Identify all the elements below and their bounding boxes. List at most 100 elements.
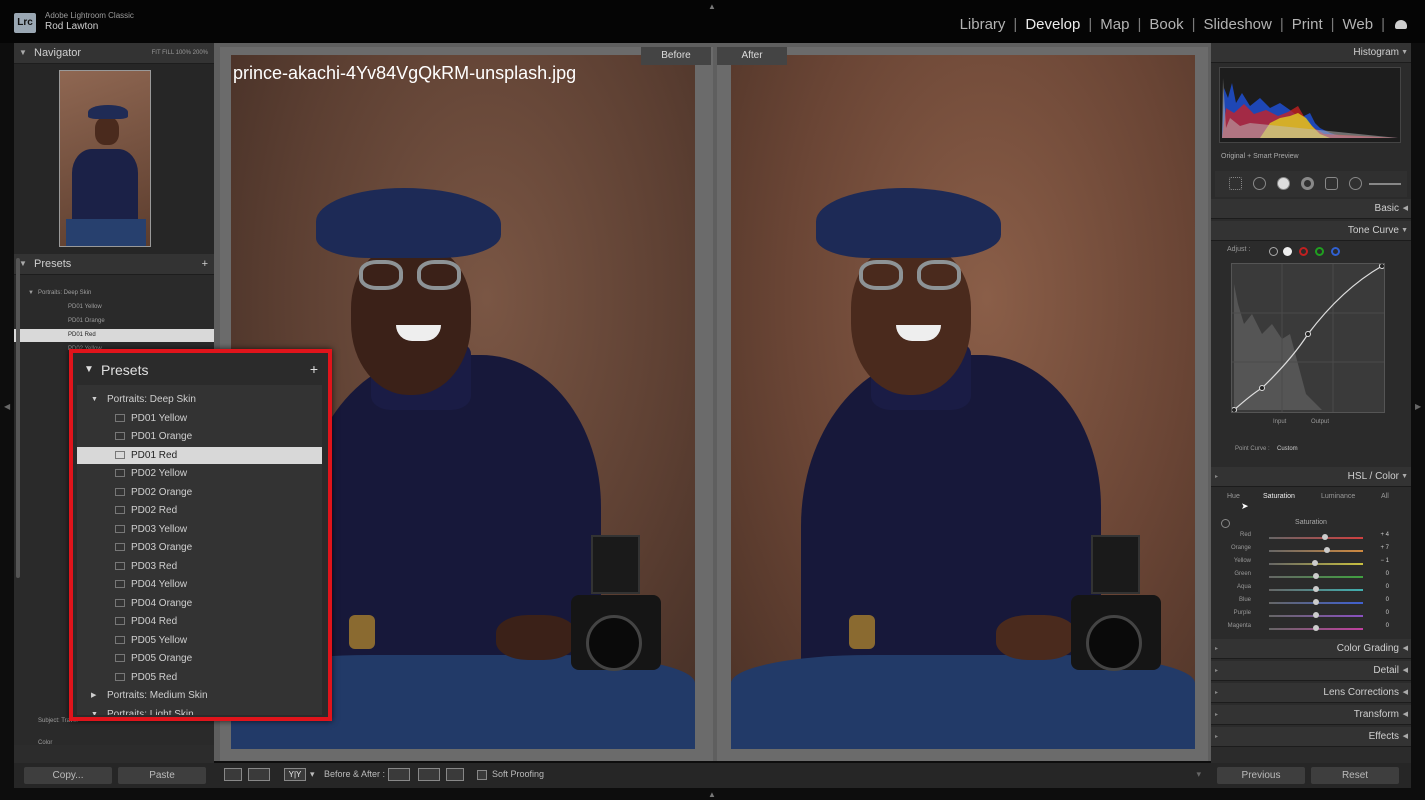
add-preset-icon[interactable]: + (310, 355, 318, 383)
preset-group-row[interactable]: Color (14, 737, 214, 750)
tool-slider[interactable] (1369, 183, 1401, 185)
cloud-icon[interactable] (1393, 20, 1409, 29)
toolbar-menu-icon[interactable]: ▾ (1196, 769, 1201, 780)
callout-preset-row[interactable]: PD05 Orange (77, 650, 322, 667)
callout-preset-row-selected[interactable]: PD01 Red (77, 446, 322, 464)
collapse-left-arrow-icon[interactable]: ◀ (4, 402, 10, 411)
section-header-transform[interactable]: ▸ Transform ◀ (1211, 705, 1411, 725)
masking-icon[interactable] (1325, 177, 1338, 190)
navigator-thumbnail[interactable] (59, 70, 151, 247)
green-channel-icon[interactable] (1315, 247, 1324, 256)
module-web[interactable]: Web (1335, 16, 1382, 33)
hsl-header[interactable]: ▸ HSL / Color ▼ (1211, 467, 1411, 487)
hsl-value[interactable]: 0 (1386, 623, 1389, 629)
add-preset-icon[interactable]: + (202, 254, 208, 274)
presets-header[interactable]: ▼ Presets + (14, 254, 214, 275)
section-header-effects[interactable]: ▸ Effects ◀ (1211, 727, 1411, 747)
module-develop[interactable]: Develop (1017, 16, 1088, 33)
previous-button[interactable]: Previous (1217, 767, 1305, 784)
hsl-slider-knob[interactable] (1313, 573, 1319, 579)
soft-proofing-checkbox[interactable] (477, 770, 487, 780)
preset-row[interactable]: PD01 Yellow (14, 301, 214, 314)
callout-preset-group-row[interactable]: ▼ Portraits: Deep Skin (77, 391, 322, 408)
preset-row-selected[interactable]: PD01 Red (14, 329, 214, 342)
callout-preset-row[interactable]: PD04 Yellow (77, 576, 322, 593)
view-dropdown-icon[interactable]: ▾ (310, 769, 315, 780)
hsl-slider-knob[interactable] (1313, 612, 1319, 618)
swap-before-after-icon[interactable] (446, 768, 464, 781)
section-header-color-grading[interactable]: ▸ Color Grading ◀ (1211, 639, 1411, 659)
histogram-header[interactable]: Histogram ▼ (1211, 43, 1411, 63)
module-slideshow[interactable]: Slideshow (1195, 16, 1279, 33)
hsl-value[interactable]: 0 (1386, 597, 1389, 603)
hsl-slider-knob[interactable] (1322, 534, 1329, 540)
tab-saturation[interactable]: Saturation (1263, 493, 1295, 500)
hsl-slider-knob[interactable] (1324, 547, 1331, 553)
callout-preset-row[interactable]: PD04 Orange (77, 595, 322, 612)
copy-after-to-before-icon[interactable] (418, 768, 440, 781)
paste-button[interactable]: Paste (118, 767, 206, 784)
callout-preset-row[interactable]: PD03 Yellow (77, 521, 322, 538)
hsl-value[interactable]: + 7 (1380, 545, 1389, 551)
tab-all[interactable]: All (1381, 493, 1389, 500)
collapse-right-arrow-icon[interactable]: ▶ (1415, 402, 1421, 411)
hsl-slider-knob[interactable] (1312, 560, 1319, 566)
hsl-value[interactable]: 0 (1386, 571, 1389, 577)
preset-row[interactable]: PD01 Orange (14, 315, 214, 328)
hsl-value[interactable]: 0 (1386, 610, 1389, 616)
section-header-lens-corrections[interactable]: ▸ Lens Corrections ◀ (1211, 683, 1411, 703)
basic-header[interactable]: Basic ◀ (1211, 199, 1411, 219)
tab-hue[interactable]: Hue (1227, 493, 1240, 500)
hsl-slider-track[interactable] (1269, 537, 1363, 539)
hsl-slider-knob[interactable] (1313, 586, 1319, 592)
navigator-header[interactable]: ▼ Navigator FIT FILL 100% 200% (14, 43, 214, 64)
before-after-view-icon[interactable]: Y|Y (284, 768, 306, 781)
loupe-view-icon[interactable] (224, 768, 242, 781)
section-header-detail[interactable]: ▸ Detail ◀ (1211, 661, 1411, 681)
callout-preset-row[interactable]: PD02 Yellow (77, 465, 322, 482)
callout-presets-header[interactable]: ▼ Presets + (77, 356, 324, 384)
tab-luminance[interactable]: Luminance (1321, 493, 1355, 500)
reset-button[interactable]: Reset (1311, 767, 1399, 784)
hsl-slider-track[interactable] (1269, 550, 1363, 552)
module-library[interactable]: Library (952, 16, 1014, 33)
copy-button[interactable]: Copy... (24, 767, 112, 784)
left-panel-scrollbar[interactable] (16, 258, 20, 578)
hsl-value[interactable]: 0 (1386, 584, 1389, 590)
point-curve-value[interactable]: Custom (1277, 446, 1298, 452)
callout-preset-row[interactable]: PD01 Yellow (77, 410, 322, 427)
module-book[interactable]: Book (1141, 16, 1191, 33)
hsl-slider-knob[interactable] (1313, 625, 1319, 631)
callout-preset-row[interactable]: PD05 Red (77, 669, 322, 686)
callout-preset-row[interactable]: PD01 Orange (77, 428, 322, 445)
red-eye-icon[interactable] (1301, 177, 1314, 190)
crop-tool-icon[interactable] (1253, 177, 1266, 190)
callout-preset-group-row[interactable]: ▶ Portraits: Medium Skin (77, 687, 322, 704)
navigator-preview[interactable] (14, 64, 214, 254)
callout-preset-row[interactable]: PD05 Yellow (77, 632, 322, 649)
blue-channel-icon[interactable] (1331, 247, 1340, 256)
histogram[interactable] (1219, 67, 1401, 143)
callout-preset-row[interactable]: PD02 Orange (77, 484, 322, 501)
after-photo[interactable] (731, 55, 1195, 749)
grid-tool-icon[interactable] (1229, 177, 1242, 190)
radial-icon[interactable] (1349, 177, 1362, 190)
point-curve-white-icon[interactable] (1283, 247, 1292, 256)
callout-preset-group-row[interactable]: ▼ Portraits: Light Skin (77, 706, 322, 716)
parametric-curve-icon[interactable] (1269, 247, 1278, 256)
red-channel-icon[interactable] (1299, 247, 1308, 256)
xy-view-icon[interactable] (248, 768, 270, 781)
spot-removal-icon[interactable] (1277, 177, 1290, 190)
callout-preset-row[interactable]: PD04 Red (77, 613, 322, 630)
copy-before-to-after-icon[interactable] (388, 768, 410, 781)
module-map[interactable]: Map (1092, 16, 1137, 33)
collapse-bottom-arrow-icon[interactable]: ▲ (708, 790, 716, 799)
module-print[interactable]: Print (1284, 16, 1331, 33)
navigator-zoom-options[interactable]: FIT FILL 100% 200% (152, 43, 208, 63)
tone-curve-graph[interactable] (1231, 263, 1385, 413)
tone-curve-header[interactable]: Tone Curve ▼ (1211, 221, 1411, 241)
hsl-value[interactable]: + 4 (1380, 532, 1389, 538)
collapse-top-arrow-icon[interactable]: ▲ (708, 2, 716, 11)
callout-preset-row[interactable]: PD03 Red (77, 558, 322, 575)
hsl-value[interactable]: − 1 (1380, 558, 1389, 564)
